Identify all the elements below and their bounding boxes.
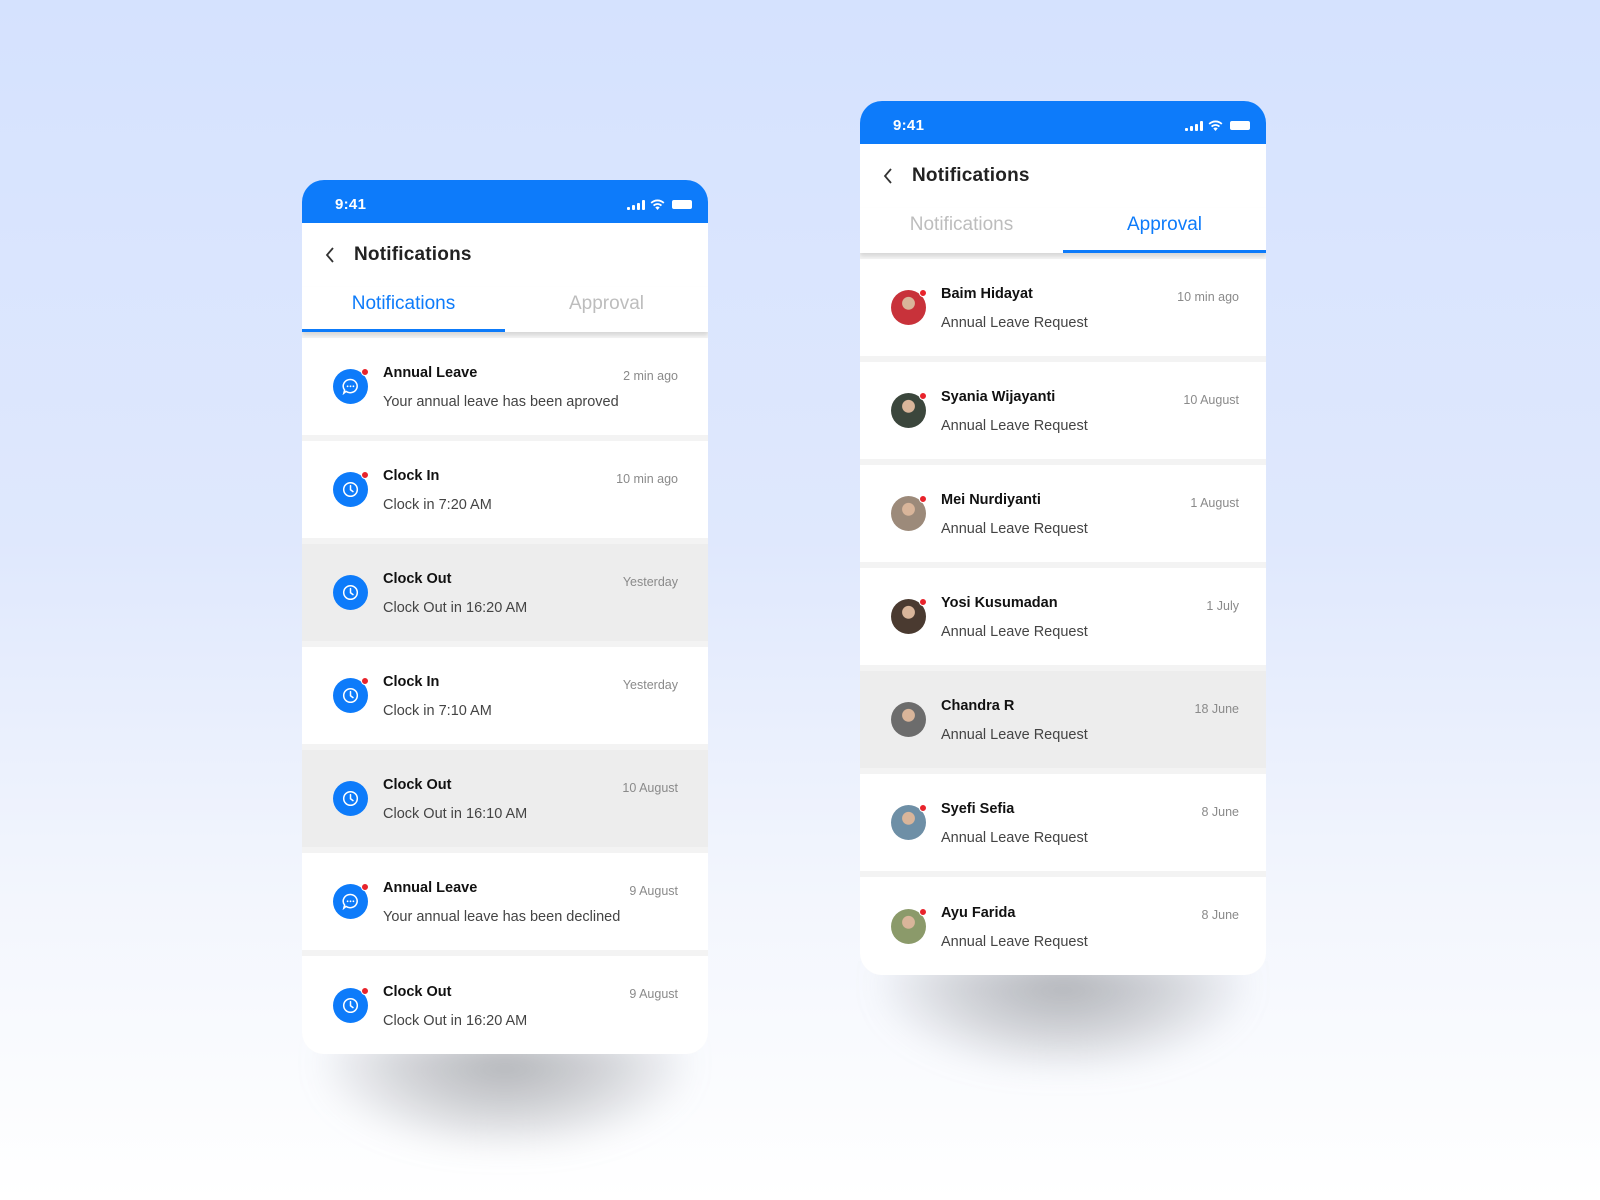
approval-item[interactable]: Mei Nurdiyanti Annual Leave Request 1 Augu… bbox=[860, 465, 1266, 562]
wifi-icon bbox=[650, 199, 665, 210]
chat-bubble-icon bbox=[333, 883, 369, 919]
unread-badge bbox=[361, 471, 369, 479]
phone-frame: 9:41 Notifications Notifications Approva… bbox=[302, 180, 708, 1054]
notification-message: Clock in 7:20 AM bbox=[383, 497, 492, 513]
notification-item[interactable]: Clock Out Clock Out in 16:10 AM 10 August bbox=[302, 750, 708, 847]
signal-icon bbox=[1185, 120, 1203, 131]
app-header: Notifications bbox=[302, 223, 708, 287]
request-type: Annual Leave Request bbox=[941, 521, 1088, 537]
unread-badge bbox=[361, 368, 369, 376]
notifications-screen: 9:41 Notifications Notifications Approva… bbox=[302, 180, 708, 1150]
back-button[interactable] bbox=[878, 166, 898, 186]
battery-icon bbox=[672, 200, 692, 209]
chat-bubble-icon bbox=[333, 368, 369, 404]
request-time: 18 June bbox=[1194, 702, 1239, 716]
status-bar: 9:41 bbox=[860, 101, 1266, 144]
status-time: 9:41 bbox=[335, 196, 367, 213]
notification-time: 2 min ago bbox=[623, 369, 678, 383]
avatar bbox=[891, 289, 927, 325]
notification-time: 9 August bbox=[629, 987, 678, 1001]
status-bar: 9:41 bbox=[302, 180, 708, 223]
notification-item[interactable]: Clock Out Clock Out in 16:20 AM 9 August bbox=[302, 956, 708, 1054]
notification-message: Clock Out in 16:20 AM bbox=[383, 1012, 528, 1029]
back-button[interactable] bbox=[320, 245, 340, 265]
unread-badge bbox=[919, 392, 927, 400]
tab-bar: Notifications Approval bbox=[302, 287, 708, 332]
unread-badge bbox=[919, 289, 927, 297]
notification-message: Clock Out in 16:10 AM bbox=[383, 806, 528, 822]
signal-icon bbox=[627, 199, 645, 210]
notification-item[interactable]: Clock In Clock in 7:20 AM 10 min ago bbox=[302, 441, 708, 538]
request-type: Annual Leave Request bbox=[941, 727, 1088, 743]
app-header: Notifications bbox=[860, 144, 1266, 208]
clock-icon bbox=[333, 471, 369, 507]
approval-item[interactable]: Baim Hidayat Annual Leave Request 10 min a… bbox=[860, 259, 1266, 356]
request-time: 10 min ago bbox=[1177, 290, 1239, 304]
chevron-left-icon bbox=[325, 247, 334, 263]
approval-item[interactable]: Syania Wijayanti Annual Leave Request 10 A… bbox=[860, 362, 1266, 459]
request-type: Annual Leave Request bbox=[941, 315, 1088, 331]
notification-time: 10 min ago bbox=[616, 472, 678, 486]
approval-item[interactable]: Syefi Sefia Annual Leave Request 8 June bbox=[860, 774, 1266, 871]
clock-icon bbox=[333, 781, 368, 816]
phone-frame: 9:41 Notifications Notifications Approva… bbox=[860, 101, 1266, 975]
unread-badge bbox=[361, 986, 369, 995]
avatar bbox=[891, 804, 927, 840]
tab-bar: Notifications Approval bbox=[860, 208, 1266, 253]
notification-message: Your annual leave has been aproved bbox=[383, 394, 619, 410]
request-time: 8 June bbox=[1201, 908, 1239, 922]
clock-icon bbox=[333, 575, 368, 610]
avatar bbox=[891, 598, 927, 634]
unread-badge bbox=[919, 495, 927, 503]
unread-badge bbox=[361, 883, 369, 891]
notification-time: 9 August bbox=[629, 884, 678, 898]
approval-item[interactable]: Ayu Farida Annual Leave Request 8 June bbox=[860, 877, 1266, 975]
wifi-icon bbox=[1208, 120, 1223, 131]
tab-approval[interactable]: Approval bbox=[505, 287, 708, 332]
notification-message: Clock in 7:10 AM bbox=[383, 703, 492, 719]
chevron-left-icon bbox=[883, 168, 892, 184]
notification-time: Yesterday bbox=[622, 575, 678, 589]
clock-icon bbox=[333, 986, 369, 1023]
status-time: 9:41 bbox=[893, 117, 925, 134]
avatar bbox=[891, 392, 927, 428]
avatar bbox=[891, 495, 927, 531]
avatar bbox=[891, 907, 927, 944]
clock-icon bbox=[333, 677, 369, 713]
unread-badge bbox=[919, 804, 927, 812]
notification-item[interactable]: Annual Leave Your annual leave has been a… bbox=[302, 338, 708, 435]
request-type: Annual Leave Request bbox=[941, 830, 1088, 846]
request-type: Annual Leave Request bbox=[941, 624, 1088, 640]
notification-item[interactable]: Clock In Clock in 7:10 AM Yesterday bbox=[302, 647, 708, 744]
request-time: 1 July bbox=[1206, 599, 1239, 613]
notification-time: Yesterday bbox=[622, 678, 678, 692]
notification-message: Clock Out in 16:20 AM bbox=[383, 600, 528, 616]
notification-item[interactable]: Annual Leave Your annual leave has been d… bbox=[302, 853, 708, 950]
tab-approval[interactable]: Approval bbox=[1063, 208, 1266, 253]
tab-notifications[interactable]: Notifications bbox=[302, 287, 505, 332]
page-title: Notifications bbox=[912, 165, 1030, 186]
approval-item[interactable]: Chandra R Annual Leave Request 18 June bbox=[860, 671, 1266, 768]
unread-badge bbox=[919, 598, 927, 606]
phone-shadow bbox=[880, 961, 1246, 1071]
tab-notifications[interactable]: Notifications bbox=[860, 208, 1063, 253]
notification-list: Annual Leave Your annual leave has been a… bbox=[302, 332, 708, 1054]
approval-screen: 9:41 Notifications Notifications Approva… bbox=[860, 101, 1266, 1071]
request-time: 1 August bbox=[1190, 496, 1239, 510]
request-time: 10 August bbox=[1183, 393, 1239, 407]
notification-time: 10 August bbox=[622, 781, 678, 795]
phone-shadow bbox=[322, 1040, 688, 1150]
unread-badge bbox=[361, 677, 369, 685]
approval-list: Baim Hidayat Annual Leave Request 10 min a… bbox=[860, 253, 1266, 975]
page-title: Notifications bbox=[354, 244, 472, 265]
battery-icon bbox=[1230, 121, 1250, 130]
notification-item[interactable]: Clock Out Clock Out in 16:20 AM Yesterday bbox=[302, 544, 708, 641]
notification-message: Your annual leave has been declined bbox=[383, 909, 621, 925]
unread-badge bbox=[919, 907, 927, 916]
request-type: Annual Leave Request bbox=[941, 933, 1088, 950]
request-time: 8 June bbox=[1201, 805, 1239, 819]
approval-item[interactable]: Yosi Kusumadan Annual Leave Request 1 July bbox=[860, 568, 1266, 665]
request-type: Annual Leave Request bbox=[941, 418, 1088, 434]
avatar bbox=[891, 702, 926, 737]
